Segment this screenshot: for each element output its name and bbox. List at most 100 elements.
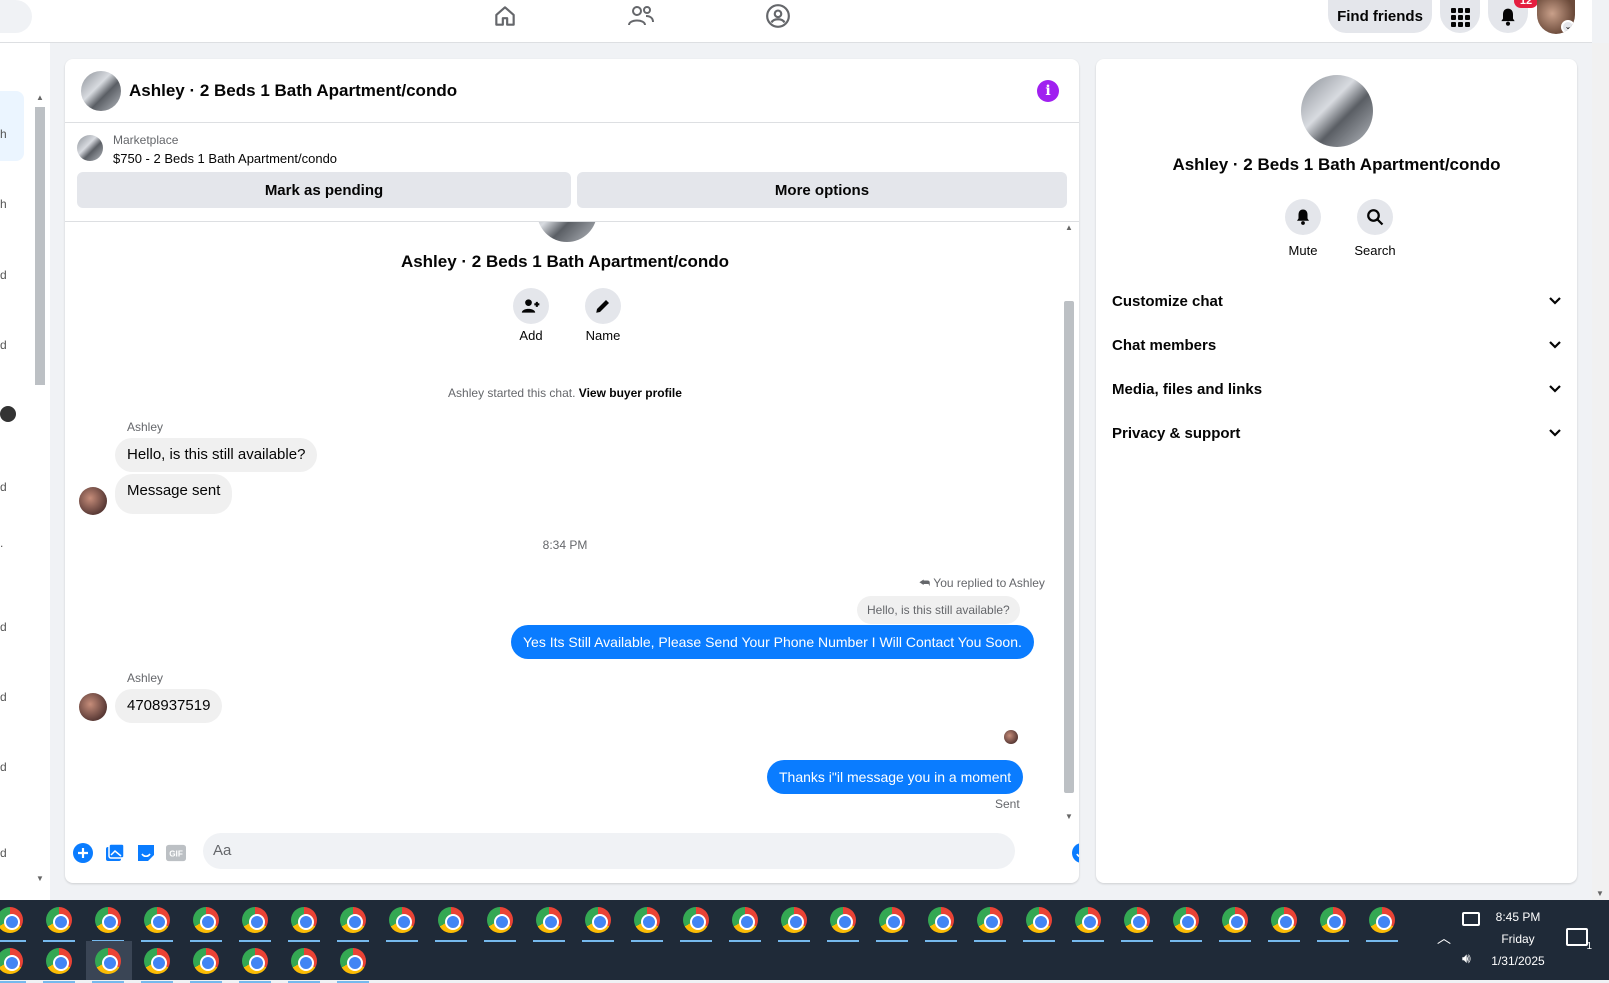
scroll-down-arrow-icon[interactable]: ▼ <box>36 874 44 883</box>
listing-thumbnail-small[interactable] <box>77 135 103 161</box>
selected-conversation-highlight[interactable] <box>0 91 24 161</box>
chrome-taskbar-icon[interactable] <box>1268 904 1300 942</box>
scroll-up-arrow-icon[interactable]: ▲ <box>36 93 44 102</box>
incoming-message[interactable]: Hello, is this still available? <box>115 438 318 472</box>
chat-scrollbar[interactable]: ▲ ▼ <box>1062 221 1076 823</box>
sender-avatar[interactable] <box>79 487 107 515</box>
sender-avatar[interactable] <box>79 693 107 721</box>
groups-icon[interactable] <box>763 2 793 30</box>
outgoing-message[interactable]: Thanks i"il message you in a moment <box>767 760 1024 794</box>
menu-grid-icon[interactable] <box>1440 0 1480 33</box>
chrome-taskbar-icon[interactable] <box>92 904 124 942</box>
chrome-taskbar-icon[interactable] <box>1121 904 1153 942</box>
mute-bell-icon[interactable] <box>1285 199 1321 235</box>
section-media-files-links[interactable]: Media, files and links <box>1112 369 1562 409</box>
message-composer: GIF Aa <box>65 823 1079 883</box>
chrome-taskbar-icon[interactable] <box>876 904 908 942</box>
scrollbar-thumb[interactable] <box>1064 301 1074 793</box>
photo-icon[interactable] <box>105 843 125 863</box>
more-options-button[interactable]: More options <box>577 172 1067 208</box>
section-chat-members[interactable]: Chat members <box>1112 325 1562 365</box>
chat-title[interactable]: Ashley · 2 Beds 1 Bath Apartment/condo <box>129 81 457 101</box>
chrome-taskbar-icon[interactable] <box>337 945 369 983</box>
incoming-message[interactable]: Message sent <box>115 474 233 514</box>
scroll-up-arrow-icon[interactable]: ▲ <box>1065 223 1073 232</box>
chrome-taskbar-icon[interactable] <box>1170 904 1202 942</box>
chrome-taskbar-icon[interactable] <box>239 904 271 942</box>
outgoing-message[interactable]: Yes Its Still Available, Please Send You… <box>511 625 1034 659</box>
chrome-taskbar-icon[interactable] <box>288 904 320 942</box>
chrome-taskbar-icon[interactable] <box>190 904 222 942</box>
section-label: Media, files and links <box>1112 380 1263 398</box>
chrome-taskbar-icon[interactable] <box>43 945 75 983</box>
chrome-taskbar-icon[interactable] <box>533 904 565 942</box>
chrome-taskbar-icon[interactable] <box>680 904 712 942</box>
truncated-text: d <box>0 268 7 282</box>
clock-date[interactable]: 1/31/2025 <box>1478 954 1558 968</box>
chrome-taskbar-icon[interactable] <box>0 904 26 942</box>
chat-panel: Ashley · 2 Beds 1 Bath Apartment/condo i… <box>65 59 1079 883</box>
search-field-stub[interactable] <box>0 0 32 33</box>
conversation-avatar[interactable] <box>0 406 16 422</box>
left-scrollbar[interactable]: ▲ ▼ <box>34 93 46 883</box>
section-customize-chat[interactable]: Customize chat <box>1112 281 1562 321</box>
edit-name-pencil-icon[interactable] <box>585 288 621 324</box>
scroll-down-arrow-icon[interactable]: ▼ <box>1596 889 1604 898</box>
chrome-taskbar-icon[interactable] <box>1317 904 1349 942</box>
plus-circle-icon[interactable] <box>73 843 93 863</box>
chrome-taskbar-icon[interactable] <box>0 945 26 983</box>
chevron-up-icon[interactable]: ︿ <box>1437 928 1451 948</box>
listing-thumbnail[interactable] <box>81 71 121 111</box>
chrome-taskbar-icon[interactable] <box>631 904 663 942</box>
emoji-icon[interactable] <box>1072 843 1079 863</box>
volume-icon[interactable]: 🔊︎ <box>1462 950 1471 967</box>
find-friends-button[interactable]: Find friends <box>1328 0 1432 33</box>
chrome-taskbar-icon[interactable] <box>239 945 271 983</box>
search-icon[interactable] <box>1357 199 1393 235</box>
section-label: Privacy & support <box>1112 424 1241 442</box>
section-privacy-support[interactable]: Privacy & support <box>1112 413 1562 453</box>
chrome-taskbar-icon[interactable] <box>190 945 222 983</box>
chrome-taskbar-icon[interactable] <box>827 904 859 942</box>
chrome-taskbar-icon[interactable] <box>974 904 1006 942</box>
chrome-taskbar-icon[interactable] <box>435 904 467 942</box>
chrome-taskbar-icon[interactable] <box>1023 904 1055 942</box>
chrome-taskbar-icon[interactable] <box>141 945 173 983</box>
listing-title[interactable]: $750 - 2 Beds 1 Bath Apartment/condo <box>113 151 337 166</box>
left-conversation-strip: h h d d d . d d d d ▲ ▼ <box>0 43 50 900</box>
view-buyer-profile-link[interactable]: View buyer profile <box>579 386 682 400</box>
friends-icon[interactable] <box>626 2 656 30</box>
chrome-taskbar-icon[interactable] <box>92 945 124 983</box>
action-center-icon[interactable]: 1 <box>1566 928 1592 952</box>
listing-avatar-large[interactable] <box>1301 75 1373 147</box>
chrome-taskbar-icon[interactable] <box>141 904 173 942</box>
mark-as-pending-button[interactable]: Mark as pending <box>77 172 571 208</box>
chrome-taskbar-icon[interactable] <box>729 904 761 942</box>
gif-icon[interactable]: GIF <box>166 843 186 863</box>
home-icon[interactable] <box>490 2 520 30</box>
scroll-down-arrow-icon[interactable]: ▼ <box>1065 812 1073 821</box>
clock-time[interactable]: 8:45 PM <box>1478 910 1558 924</box>
chrome-taskbar-icon[interactable] <box>1219 904 1251 942</box>
chrome-taskbar-icon[interactable] <box>1072 904 1104 942</box>
chrome-taskbar-icon[interactable] <box>778 904 810 942</box>
page-scrollbar[interactable]: ▼ <box>1592 43 1609 900</box>
chrome-taskbar-icon[interactable] <box>582 904 614 942</box>
add-people-button[interactable] <box>513 288 549 324</box>
quoted-message[interactable]: Hello, is this still available? <box>857 596 1020 624</box>
search-label: Search <box>1354 243 1396 258</box>
incoming-message[interactable]: 4708937519 <box>115 689 223 723</box>
chrome-taskbar-icon[interactable] <box>484 904 516 942</box>
profile-avatar[interactable]: ⌄ <box>1537 0 1575 34</box>
info-icon[interactable]: i <box>1037 80 1059 102</box>
scrollbar-thumb[interactable] <box>35 107 45 385</box>
chrome-taskbar-icon[interactable] <box>925 904 957 942</box>
chrome-taskbar-icon[interactable] <box>288 945 320 983</box>
chrome-taskbar-icon[interactable] <box>1366 904 1398 942</box>
chrome-taskbar-icon[interactable] <box>337 904 369 942</box>
chrome-taskbar-icon[interactable] <box>43 904 75 942</box>
message-input[interactable]: Aa <box>203 833 1015 869</box>
clock-day[interactable]: Friday <box>1478 932 1558 946</box>
chrome-taskbar-icon[interactable] <box>386 904 418 942</box>
sticker-icon[interactable] <box>136 843 156 863</box>
